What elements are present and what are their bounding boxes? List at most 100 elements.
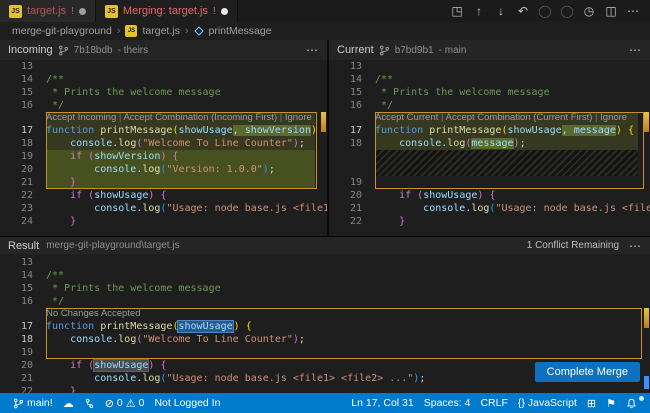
next-conflict-icon[interactable]: ↓ xyxy=(492,2,510,20)
git-branch-status[interactable]: main! xyxy=(8,397,58,409)
result-pane: 1314/**15 * Prints the welcome message16… xyxy=(0,254,650,393)
code-token: ; xyxy=(520,138,526,149)
codelens-action-link[interactable]: Accept Combination (Current First) xyxy=(446,112,593,123)
more-actions-icon[interactable]: ⋯ xyxy=(624,2,642,20)
code-token: { xyxy=(160,360,166,371)
eol-status[interactable]: CRLF xyxy=(475,397,512,409)
code-token: { xyxy=(246,321,252,332)
accept-current-toggle-icon[interactable]: ◯ xyxy=(558,2,576,20)
modified-dot-icon[interactable] xyxy=(221,8,228,15)
codelens-label: No Changes Accepted xyxy=(46,308,141,319)
notification-badge xyxy=(639,396,644,401)
code-token: "Usage: node base.js <file1> xyxy=(495,203,650,214)
code-token: */ xyxy=(46,100,64,111)
code-token: console xyxy=(423,203,465,214)
more-actions-icon[interactable]: ⋯ xyxy=(629,239,642,253)
code-token: ; xyxy=(299,138,305,149)
open-file-icon[interactable]: ◳ xyxy=(448,2,466,20)
grid-icon[interactable]: ⊞ xyxy=(582,397,601,410)
git-branch-icon xyxy=(58,45,69,56)
line-number: 15 xyxy=(0,282,46,295)
code-token: printMessage xyxy=(100,321,172,332)
code-token: showVersion xyxy=(245,125,311,136)
code-token xyxy=(46,334,70,345)
code-token xyxy=(46,360,70,371)
more-actions-icon[interactable]: ⋯ xyxy=(306,43,319,57)
incoming-pane: Incoming 7b18bdb - theirs ⋯ 1314/**15 * … xyxy=(0,40,327,236)
code-line: 13 xyxy=(329,60,650,73)
sync-changes-icon[interactable]: ☁ xyxy=(58,397,79,410)
incoming-pane-header: Incoming 7b18bdb - theirs ⋯ xyxy=(0,40,327,60)
breadcrumb-file[interactable]: target.js xyxy=(142,25,179,37)
code-line: 13 xyxy=(0,256,650,269)
codelens-action-link[interactable]: Accept Incoming xyxy=(46,112,116,123)
source-control-graph-icon[interactable] xyxy=(79,398,100,409)
code-token: if xyxy=(70,190,82,201)
codelens-action-link[interactable]: Accept Combination (Incoming First) xyxy=(123,112,277,123)
branch-ref: - theirs xyxy=(118,45,149,56)
tab-label: target.js xyxy=(27,5,66,17)
code-token: message xyxy=(471,138,513,149)
code-line: 22 if (showUsage) { xyxy=(0,189,327,202)
code-token: console xyxy=(94,164,136,175)
split-editor-icon[interactable]: ◫ xyxy=(602,2,620,20)
code-token: printMessage xyxy=(100,125,172,136)
code-token xyxy=(375,190,399,201)
code-line: 23 console.log("Usage: node base.js <fil… xyxy=(0,202,327,215)
account-status[interactable]: Not Logged In xyxy=(149,397,225,409)
history-icon[interactable]: ◷ xyxy=(580,2,598,20)
code-token: console xyxy=(94,203,136,214)
more-actions-icon[interactable]: ⋯ xyxy=(629,43,642,57)
language-mode-status[interactable]: {} JavaScript xyxy=(513,397,582,409)
indentation-status[interactable]: Spaces: 4 xyxy=(419,397,476,409)
line-number: 18 xyxy=(329,137,375,150)
modified-dot-icon[interactable] xyxy=(79,8,86,15)
code-token: * Prints the welcome message xyxy=(375,87,550,98)
code-line: 19 xyxy=(329,176,650,189)
line-number xyxy=(329,112,375,124)
line-number: 22 xyxy=(329,215,375,228)
line-number: 19 xyxy=(0,346,46,359)
code-token: log xyxy=(471,203,489,214)
line-number: 18 xyxy=(0,333,46,346)
feedback-flag-icon[interactable]: ⚑ xyxy=(601,397,621,410)
code-token: ) xyxy=(311,125,315,136)
notifications-bell-icon[interactable] xyxy=(621,398,642,409)
codelens-action-link[interactable]: Ignore xyxy=(285,112,312,123)
line-number: 19 xyxy=(329,176,375,189)
overview-ruler-cursor-marker xyxy=(644,376,649,389)
line-number: 15 xyxy=(0,86,46,99)
code-token xyxy=(46,151,70,162)
code-token: log xyxy=(118,334,136,345)
code-token: showUsage xyxy=(178,125,232,136)
breadcrumb-folder[interactable]: merge-git-playground xyxy=(12,25,112,37)
method-symbol-icon xyxy=(194,26,204,36)
line-number: 16 xyxy=(0,99,46,112)
problems-status[interactable]: ⊘ 0 ⚠ 0 xyxy=(100,397,150,410)
javascript-file-icon: JS xyxy=(105,5,118,18)
editor-toolbar: ◳↑↓↶◯◯◷◫⋯ xyxy=(448,0,650,22)
codelens-action-link[interactable]: Accept Current xyxy=(375,112,438,123)
warning-icon: ⚠ xyxy=(126,397,136,410)
undo-icon[interactable]: ↶ xyxy=(514,2,532,20)
cursor-position-status[interactable]: Ln 17, Col 31 xyxy=(346,397,418,409)
code-token xyxy=(375,203,423,214)
code-token: , xyxy=(233,125,239,136)
previous-conflict-icon[interactable]: ↑ xyxy=(470,2,488,20)
code-token xyxy=(46,164,94,175)
line-number: 13 xyxy=(329,60,375,73)
overview-ruler-conflict-marker xyxy=(321,112,326,132)
complete-merge-button[interactable]: Complete Merge xyxy=(535,362,640,382)
codelens-action-link[interactable]: Ignore xyxy=(600,112,627,123)
tab-target-js[interactable]: JS target.js ! xyxy=(0,0,96,22)
code-line: 22 } xyxy=(0,385,650,393)
conflict-decoration: ! xyxy=(71,6,74,17)
result-pane-header: Result merge-git-playground\target.js 1 … xyxy=(0,236,650,254)
accept-incoming-toggle-icon[interactable]: ◯ xyxy=(536,2,554,20)
line-number: 21 xyxy=(0,176,46,189)
code-token: * Prints the welcome message xyxy=(46,283,221,294)
breadcrumb-symbol[interactable]: printMessage xyxy=(209,25,272,37)
tab-merging-target-js[interactable]: JS Merging: target.js ! xyxy=(96,0,238,22)
vscode-merge-editor-window: JS target.js ! JS Merging: target.js ! ◳… xyxy=(0,0,650,413)
code-token: "Usage: node base.js <file1> <file2> ...… xyxy=(166,373,413,384)
